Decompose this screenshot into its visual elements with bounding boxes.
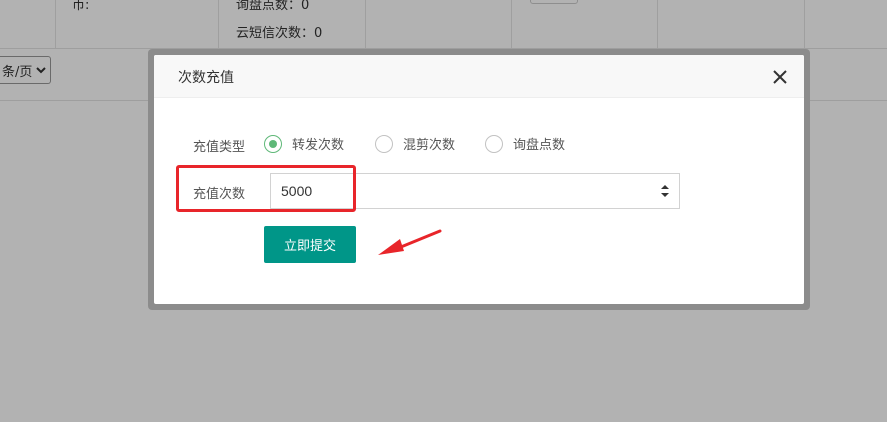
radio-unchecked-icon <box>485 134 503 153</box>
radio-inquiry-points[interactable]: 询盘点数 <box>485 134 565 153</box>
recharge-dialog: 次数充值 充值类型 转发次数 混剪次数 询盘点数 充值次数 5000 立即提交 <box>148 49 810 310</box>
radio-unchecked-icon <box>375 134 393 153</box>
spinner-icon[interactable] <box>660 183 670 199</box>
radio-forward-count[interactable]: 转发次数 <box>264 134 344 153</box>
dialog-header: 次数充值 <box>154 55 804 98</box>
radio-remix-count[interactable]: 混剪次数 <box>375 134 455 153</box>
dialog-title: 次数充值 <box>178 70 234 86</box>
radio-label: 询盘点数 <box>513 138 566 153</box>
arrow-annotation-icon <box>374 227 444 261</box>
dialog-body: 次数充值 充值类型 转发次数 混剪次数 询盘点数 充值次数 5000 立即提交 <box>154 55 804 304</box>
submit-button[interactable]: 立即提交 <box>264 226 356 263</box>
radio-checked-icon <box>264 134 282 153</box>
radio-label: 混剪次数 <box>403 138 456 153</box>
radio-label: 转发次数 <box>292 138 345 153</box>
recharge-type-label: 充值类型 <box>193 140 246 155</box>
annotation-highlight-box <box>176 165 356 212</box>
close-icon[interactable] <box>768 65 792 89</box>
